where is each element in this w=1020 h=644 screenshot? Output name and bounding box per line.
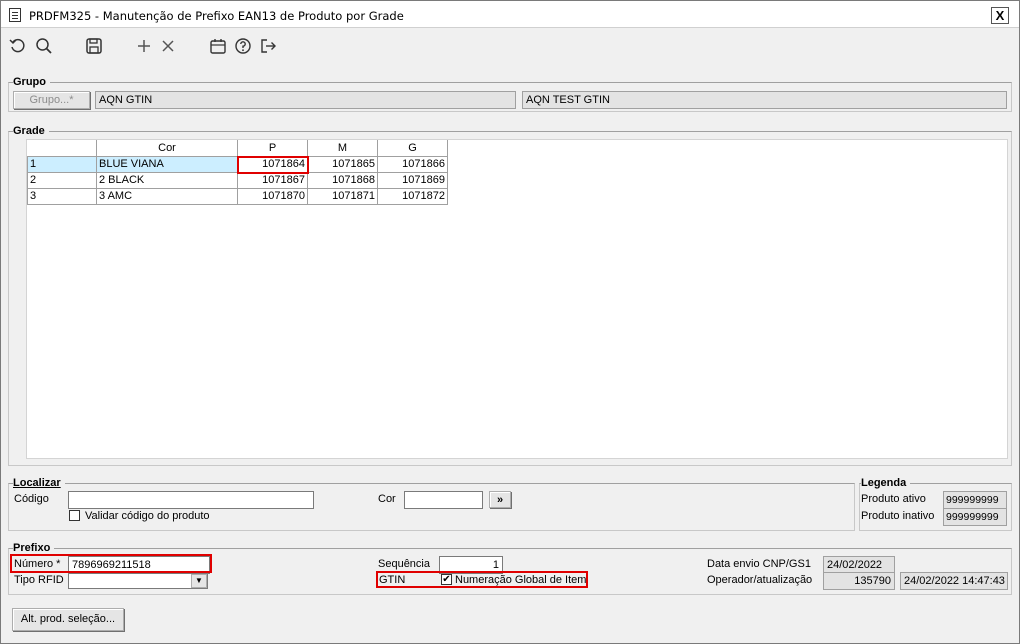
toolbar: [1, 29, 1019, 63]
operador-label: Operador/atualização: [707, 574, 813, 586]
grade-grid[interactable]: Cor P M G 1 BLUE VIANA 1071864 1071865 1…: [26, 139, 1008, 459]
produto-ativo-label: Produto ativo: [861, 493, 926, 505]
validar-checkbox[interactable]: [69, 510, 80, 521]
column-header-g[interactable]: G: [377, 140, 448, 157]
legenda-title: Legenda: [861, 477, 911, 489]
title-bar: PRDFM325 - Manutenção de Prefixo EAN13 d…: [1, 1, 1019, 28]
codigo-input[interactable]: [68, 491, 314, 509]
column-header-p[interactable]: P: [237, 140, 308, 157]
calendar-icon[interactable]: [209, 37, 227, 55]
grupo-code-field[interactable]: AQN GTIN: [95, 91, 516, 109]
main-window: PRDFM325 - Manutenção de Prefixo EAN13 d…: [0, 0, 1020, 644]
operador-field: 135790: [823, 572, 895, 590]
help-icon[interactable]: [234, 37, 252, 55]
grade-title: Grade: [13, 125, 49, 137]
alt-prod-selecao-button[interactable]: Alt. prod. seleção...: [12, 608, 124, 631]
delete-icon[interactable]: [159, 37, 177, 55]
data-envio-label: Data envio CNP/GS1: [707, 558, 811, 570]
column-header-index[interactable]: [27, 140, 97, 157]
produto-inativo-label: Produto inativo: [861, 510, 935, 522]
validar-label[interactable]: Validar código do produto: [85, 510, 210, 522]
numero-highlight-box: [10, 554, 212, 573]
gtin-highlight-box: [376, 571, 588, 588]
codigo-label: Código: [14, 493, 49, 505]
column-header-cor[interactable]: Cor: [96, 140, 238, 157]
table-cell[interactable]: 3: [27, 187, 97, 205]
column-header-m[interactable]: M: [307, 140, 378, 157]
table-cell[interactable]: 1071868: [307, 171, 378, 189]
document-icon: [9, 8, 21, 22]
cor-label: Cor: [378, 493, 396, 505]
grupo-description-field[interactable]: AQN TEST GTIN: [522, 91, 1007, 109]
produto-ativo-sample: 999999999: [943, 491, 1007, 509]
highlight-box: [237, 156, 309, 174]
table-cell[interactable]: 2 BLACK: [96, 171, 238, 189]
table-cell[interactable]: BLUE VIANA: [96, 155, 238, 173]
table-cell[interactable]: 1071865: [307, 155, 378, 173]
atualizacao-field: 24/02/2022 14:47:43: [900, 572, 1008, 590]
tipo-rfid-label: Tipo RFID: [14, 574, 64, 586]
undo-icon[interactable]: [9, 37, 27, 55]
localizar-title: Localizar: [13, 477, 65, 489]
add-icon[interactable]: [135, 37, 153, 55]
tipo-rfid-select[interactable]: [68, 573, 208, 589]
table-row[interactable]: 3 3 AMC 1071870 1071871 1071872: [27, 187, 448, 205]
table-cell[interactable]: 1071872: [377, 187, 448, 205]
table-cell[interactable]: 1071871: [307, 187, 378, 205]
search-icon[interactable]: [35, 37, 53, 55]
table-cell[interactable]: 1071869: [377, 171, 448, 189]
table-cell[interactable]: 1071867: [237, 171, 308, 189]
table-cell[interactable]: 1: [27, 155, 97, 173]
chevron-down-icon[interactable]: ▼: [191, 574, 207, 588]
table-cell[interactable]: 3 AMC: [96, 187, 238, 205]
table-cell[interactable]: 2: [27, 171, 97, 189]
exit-icon[interactable]: [259, 37, 277, 55]
table-row[interactable]: 2 2 BLACK 1071867 1071868 1071869: [27, 171, 448, 189]
save-icon[interactable]: [85, 37, 103, 55]
table-cell[interactable]: 1071866: [377, 155, 448, 173]
produto-inativo-sample: 999999999: [943, 508, 1007, 526]
window-title: PRDFM325 - Manutenção de Prefixo EAN13 d…: [29, 9, 404, 23]
cor-input[interactable]: [404, 491, 483, 509]
sequencia-label: Sequência: [378, 558, 430, 570]
close-button[interactable]: X: [991, 7, 1009, 24]
grupo-button[interactable]: Grupo...*: [13, 91, 90, 109]
grupo-title: Grupo: [13, 76, 50, 88]
find-next-button[interactable]: »: [489, 491, 511, 508]
table-cell[interactable]: 1071870: [237, 187, 308, 205]
prefixo-title: Prefixo: [13, 542, 55, 554]
